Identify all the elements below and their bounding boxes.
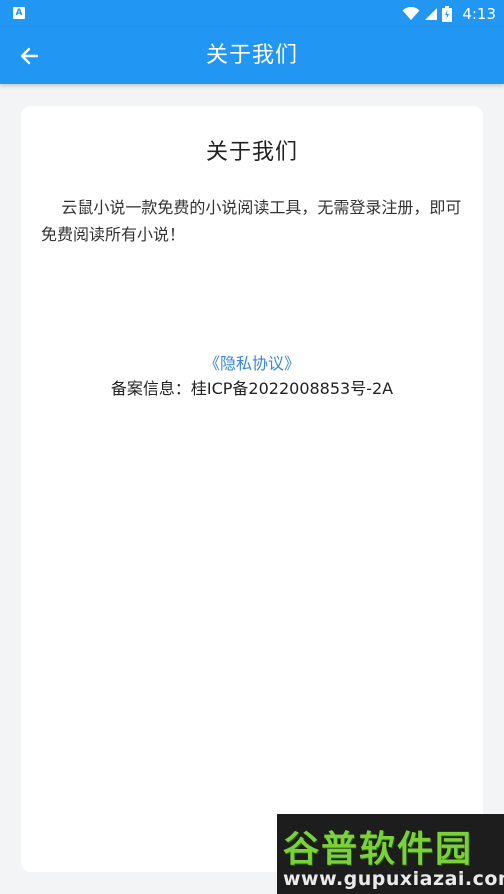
about-card: 关于我们 云鼠小说一款免费的小说阅读工具，无需登录注册，即可免费阅读所有小说！ … <box>21 106 483 872</box>
about-description: 云鼠小说一款免费的小说阅读工具，无需登录注册，即可免费阅读所有小说！ <box>41 198 462 244</box>
battery-icon <box>442 5 453 22</box>
watermark: 谷普软件园 www.gupuxiazai.com <box>277 814 504 894</box>
page-title: 关于我们 <box>205 43 298 68</box>
wifi-icon <box>402 6 420 20</box>
signal-icon <box>425 7 438 20</box>
card-title: 关于我们 <box>205 140 298 165</box>
system-icons: 4:13 <box>402 0 496 27</box>
icp-record-text: 备案信息：桂ICP备2022008853号-2A <box>110 379 394 398</box>
notification-a-icon: A <box>13 7 25 19</box>
app-bar: 关于我们 <box>0 27 504 84</box>
clock: 4:13 <box>462 4 496 23</box>
watermark-url: www.gupuxiazai.com <box>283 868 504 890</box>
status-bar: A 4:13 <box>0 0 504 27</box>
watermark-logo-text: 谷普软件园 <box>283 829 474 870</box>
privacy-policy-link[interactable]: 《隐私协议》 <box>21 350 483 374</box>
